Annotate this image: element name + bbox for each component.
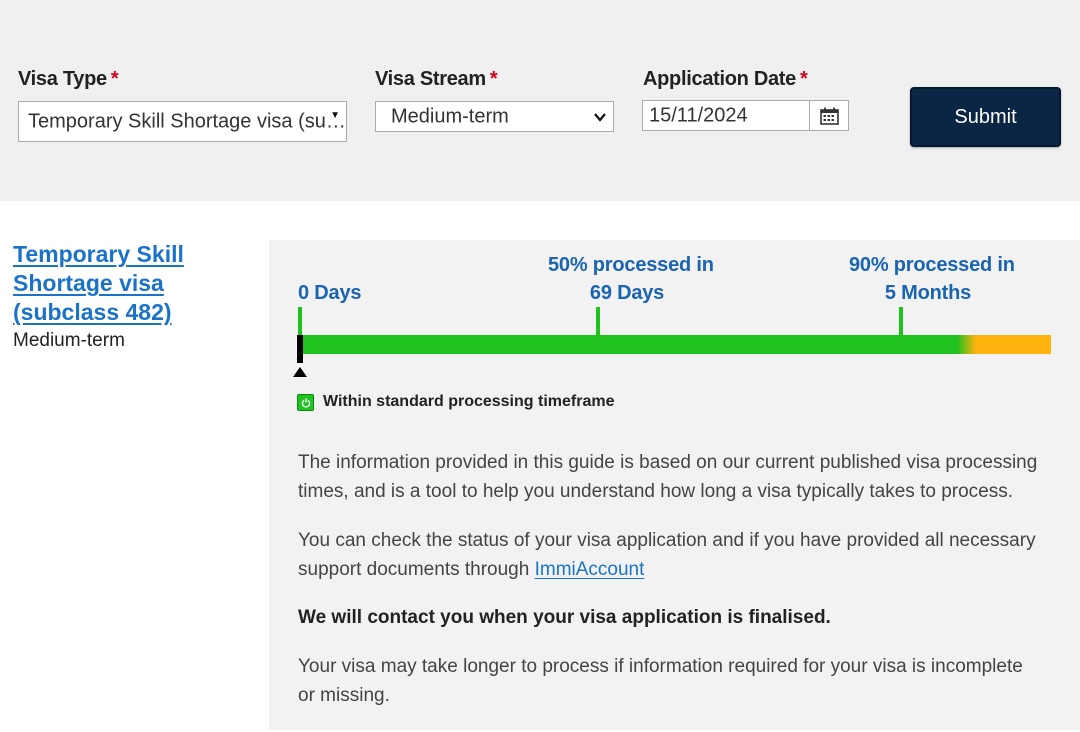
- application-date-field: 15/11/2024: [642, 100, 849, 131]
- current-position-pointer-icon: [293, 367, 307, 377]
- immiaccount-link[interactable]: ImmiAccount: [535, 559, 645, 580]
- timeline-p90-line1: 90% processed in: [849, 254, 1015, 276]
- timeline-p50-tick: [596, 307, 600, 337]
- timeline-p50-line1: 50% processed in: [548, 254, 714, 276]
- current-position-marker: [297, 335, 303, 363]
- visa-stream-text: Medium-term: [13, 330, 125, 351]
- chevron-down-icon: [594, 112, 606, 122]
- required-mark: *: [110, 68, 119, 90]
- contact-notice: We will contact you when your visa appli…: [298, 607, 831, 628]
- visa-stream-value: Medium-term: [391, 105, 509, 127]
- dropdown-arrow-icon: ▼: [330, 110, 340, 121]
- power-icon: [297, 394, 314, 411]
- filter-bar: Visa Type * Temporary Skill Shortage visa…: [0, 0, 1080, 201]
- application-date-label: Application Date *: [643, 68, 808, 91]
- timeline-p90-tick: [899, 307, 903, 337]
- info-paragraph-line: The information provided in this guide i…: [298, 452, 1038, 473]
- timeline-start-text: 0 Days: [298, 282, 362, 304]
- timeline-start-tick: [298, 307, 302, 337]
- timeline-p50-label: 50% processed in 69 Days: [548, 251, 714, 307]
- timeline-p90-line2: 5 Months: [884, 282, 972, 304]
- info-paragraph-line: times, and is a tool to help you underst…: [298, 481, 1014, 502]
- visa-title-line: Shortage visa: [13, 270, 164, 296]
- visa-stream-select[interactable]: Medium-term: [375, 101, 614, 132]
- visa-stream-label-text: Visa Stream: [375, 68, 486, 90]
- status-paragraph-line: support documents through: [298, 559, 535, 580]
- visa-type-label: Visa Type *: [18, 68, 119, 91]
- processing-timeline-bar: [299, 335, 1051, 354]
- visa-type-value: Temporary Skill Shortage visa (su…: [28, 110, 346, 132]
- legend-label: Within standard processing timeframe: [323, 393, 615, 410]
- visa-title-link[interactable]: Temporary Skill Shortage visa (subclass …: [13, 240, 213, 327]
- delay-paragraph-line: Your visa may take longer to process if …: [298, 656, 1023, 677]
- calendar-icon: [820, 107, 839, 125]
- visa-title-line: (subclass 482): [13, 299, 172, 325]
- visa-stream-label: Visa Stream *: [375, 68, 498, 91]
- calendar-button[interactable]: [809, 100, 849, 131]
- status-paragraph: You can check the status of your visa ap…: [298, 526, 1058, 584]
- visa-type-select[interactable]: Temporary Skill Shortage visa (su… ▼: [18, 101, 347, 142]
- delay-paragraph: Your visa may take longer to process if …: [298, 652, 1058, 710]
- application-date-input[interactable]: 15/11/2024: [642, 100, 810, 131]
- status-paragraph-line: You can check the status of your visa ap…: [298, 530, 1036, 551]
- visa-type-label-text: Visa Type: [18, 68, 107, 90]
- timeline-start-label: 0 Days: [298, 279, 361, 307]
- timeline-p90-label: 90% processed in 5 Months: [849, 251, 1015, 307]
- required-mark: *: [800, 68, 808, 90]
- timeline-p50-line2: 69 Days: [589, 282, 665, 304]
- submit-button[interactable]: Submit: [910, 87, 1061, 147]
- visa-title-line: Temporary Skill: [13, 241, 184, 267]
- info-paragraph: The information provided in this guide i…: [298, 448, 1058, 506]
- application-date-label-text: Application Date: [643, 68, 796, 90]
- delay-paragraph-line: or missing.: [298, 685, 390, 706]
- application-date-value: 15/11/2024: [649, 104, 748, 126]
- required-mark: *: [489, 68, 498, 90]
